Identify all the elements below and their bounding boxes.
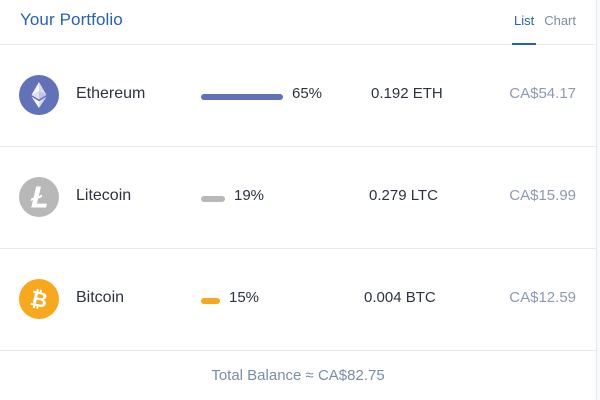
tab-list[interactable]: List — [511, 13, 537, 45]
page-title: Your Portfolio — [20, 10, 123, 29]
tab-chart[interactable]: Chart — [544, 13, 576, 28]
asset-name: Bitcoin — [76, 289, 125, 306]
allocation-percent: 19% — [234, 187, 265, 204]
total-balance: Total Balance ≈ CA$82.75 — [211, 367, 385, 384]
ethereum-icon — [19, 75, 59, 115]
asset-row-ethereum[interactable]: Ethereum 65% 0.192 ETH CA$54.17 — [0, 45, 596, 147]
portfolio-panel: Your Portfolio List Chart Ethereum 65% 0… — [0, 0, 597, 400]
allocation-bar — [201, 94, 283, 100]
allocation-percent: 15% — [229, 289, 260, 306]
asset-value: CA$54.17 — [509, 85, 576, 102]
allocation-bar — [201, 298, 220, 304]
asset-value: CA$12.59 — [509, 289, 576, 306]
litecoin-icon — [19, 177, 59, 217]
asset-row-litecoin[interactable]: Litecoin 19% 0.279 LTC CA$15.99 — [0, 147, 596, 249]
portfolio-page: Your Portfolio List Chart Ethereum 65% 0… — [0, 0, 600, 400]
asset-name: Ethereum — [76, 85, 146, 102]
bitcoin-icon: ₿ — [19, 279, 59, 319]
portfolio-header: Your Portfolio List Chart — [0, 0, 596, 45]
allocation-percent: 65% — [292, 85, 323, 102]
asset-row-bitcoin[interactable]: ₿ Bitcoin 15% 0.004 BTC CA$12.59 — [0, 249, 596, 351]
asset-amount: 0.004 BTC — [364, 289, 436, 306]
allocation-bar — [201, 196, 225, 202]
view-tabs: List Chart — [511, 13, 576, 45]
asset-amount: 0.279 LTC — [369, 187, 438, 204]
asset-value: CA$15.99 — [509, 187, 576, 204]
asset-amount: 0.192 ETH — [371, 85, 443, 102]
asset-name: Litecoin — [76, 187, 132, 204]
